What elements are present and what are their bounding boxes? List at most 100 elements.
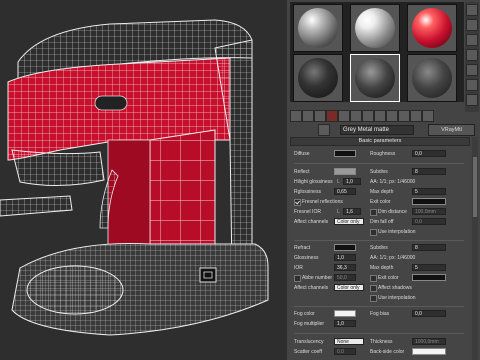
back-side-color-swatch[interactable] (412, 348, 446, 355)
background-icon[interactable] (466, 34, 478, 46)
abbe-label: Abbe number (302, 275, 333, 281)
portafilter-handle (0, 195, 73, 217)
put-to-scene-icon[interactable] (302, 110, 314, 122)
reflect-affect-channels-dropdown[interactable]: Color only (334, 218, 364, 225)
fog-multiplier-spinner[interactable]: 1,0 (334, 320, 356, 327)
dim-distance-checkbox[interactable] (370, 209, 377, 216)
material-slot-2[interactable] (350, 4, 400, 52)
reflect-max-depth-spinner[interactable]: 5 (412, 188, 446, 195)
make-preview-icon[interactable] (466, 79, 478, 91)
reflect-color-swatch[interactable] (334, 168, 356, 175)
viewport[interactable] (0, 0, 287, 360)
refract-subdivs-spinner[interactable]: 8 (412, 244, 446, 251)
hilight-glossiness-label: Hilight glossiness (294, 179, 333, 185)
refract-exit-color-checkbox[interactable] (370, 275, 377, 282)
rglossiness-spinner[interactable]: 0,65 (334, 188, 356, 195)
fresnel-ior-spinner[interactable]: 1,6 (343, 208, 361, 215)
material-slot-1[interactable] (293, 4, 343, 52)
copy-material-icon[interactable] (338, 110, 350, 122)
uv-tiling-icon[interactable] (466, 49, 478, 61)
dim-distance-spinner[interactable]: 100,0mm (412, 208, 446, 215)
refract-glossiness-spinner[interactable]: 1,0 (334, 254, 356, 261)
fog-color-swatch[interactable] (334, 310, 356, 317)
machine-side-panel (214, 39, 253, 271)
editor-side-toolbar (465, 2, 479, 112)
back-side-color-label: Back-side color (370, 349, 405, 355)
hilight-glossiness-spinner[interactable]: 1,0 (343, 178, 361, 185)
reflect-use-interp-label: Use interpolation (378, 229, 416, 235)
affect-shadows-label: Affect shadows (378, 285, 412, 291)
ior-spinner[interactable]: 36,3 (334, 264, 356, 271)
thickness-label: Thickness (370, 339, 393, 345)
material-id-icon[interactable] (374, 110, 386, 122)
refract-use-interp-checkbox[interactable] (370, 295, 377, 302)
roughness-label: Roughness (370, 151, 396, 157)
refract-affect-channels-label: Affect channels (294, 285, 329, 291)
thickness-spinner[interactable]: 1000,0mm (412, 338, 446, 345)
translucency-dropdown[interactable]: None (334, 338, 364, 345)
material-slot-6[interactable] (407, 54, 457, 102)
refract-exit-color-label: Exit color (378, 275, 399, 281)
translucency-label: Translucency (294, 339, 324, 345)
show-map-icon[interactable] (386, 110, 398, 122)
refract-exit-color-swatch[interactable] (412, 274, 446, 281)
reflect-exit-color-label: Exit color (370, 199, 391, 205)
fresnel-ior-lock-button[interactable]: L (337, 209, 340, 215)
fresnel-checkbox[interactable] (294, 199, 301, 206)
unique-icon[interactable] (350, 110, 362, 122)
fog-bias-label: Fog bias (370, 311, 390, 317)
fog-bias-spinner[interactable]: 0,0 (412, 310, 446, 317)
basic-parameters-panel: Basic parameters Diffuse Roughness 0,0 R… (290, 137, 470, 360)
material-type-button[interactable]: VRayMtl (428, 124, 475, 136)
diffuse-color-swatch[interactable] (334, 150, 356, 157)
reflect-aa-label: AA: 1/1; px: 1/46000 (370, 179, 416, 185)
video-check-icon[interactable] (466, 64, 478, 76)
put-to-library-icon[interactable] (362, 110, 374, 122)
diffuse-label: Diffuse (294, 151, 310, 157)
dim-distance-label: Dim distance (378, 209, 407, 215)
panel-scrollbar[interactable] (472, 137, 478, 360)
abbe-checkbox[interactable] (294, 275, 301, 282)
coffee-machine-wireframe[interactable] (0, 0, 287, 360)
material-slot-4[interactable] (293, 54, 343, 102)
go-to-parent-icon[interactable] (410, 110, 422, 122)
material-slot-5-selected[interactable] (350, 54, 400, 102)
roughness-spinner[interactable]: 0,0 (412, 150, 446, 157)
refract-label: Refract (294, 245, 311, 251)
options-icon[interactable] (466, 94, 478, 106)
refract-color-swatch[interactable] (334, 244, 356, 251)
affect-shadows-checkbox[interactable] (370, 285, 377, 292)
sample-type-icon[interactable] (466, 4, 478, 16)
rollout-basic-parameters[interactable]: Basic parameters (290, 137, 470, 146)
reset-map-icon[interactable] (326, 110, 338, 122)
reflect-subdivs-label: Subdivs (370, 169, 388, 175)
reflect-exit-color-swatch[interactable] (412, 198, 446, 205)
scrollbar-thumb[interactable] (473, 157, 477, 217)
refract-max-depth-label: Max depth (370, 265, 394, 271)
assign-material-icon[interactable] (314, 110, 326, 122)
separator (294, 306, 464, 307)
refract-max-depth-spinner[interactable]: 5 (412, 264, 446, 271)
go-forward-icon[interactable] (422, 110, 434, 122)
fog-multiplier-label: Fog multiplier (294, 321, 325, 327)
reflect-use-interp-checkbox[interactable] (370, 229, 377, 236)
fresnel-ior-label: Fresnel IOR (294, 209, 321, 215)
power-button (199, 267, 217, 283)
material-name-field[interactable]: Grey Metal matte (340, 125, 414, 135)
fog-color-label: Fog color (294, 311, 315, 317)
scatter-coeff-spinner[interactable]: 0,0 (334, 348, 356, 355)
separator (294, 240, 464, 241)
get-material-icon[interactable] (290, 110, 302, 122)
material-editor: Grey Metal matte VRayMtl Basic parameter… (287, 0, 480, 360)
dim-falloff-spinner[interactable]: 0,0 (412, 218, 446, 225)
abbe-spinner[interactable]: 50,0 (334, 274, 356, 281)
material-slot-3[interactable] (407, 4, 457, 52)
hilight-lock-button[interactable]: L (337, 179, 340, 185)
drip-tray (26, 265, 124, 315)
reflect-subdivs-spinner[interactable]: 8 (412, 168, 446, 175)
rglossiness-label: Rglossiness (294, 189, 321, 195)
pick-material-icon[interactable] (318, 124, 330, 136)
backlight-icon[interactable] (466, 19, 478, 31)
refract-affect-channels-dropdown[interactable]: Color only (334, 284, 364, 291)
show-end-result-icon[interactable] (398, 110, 410, 122)
